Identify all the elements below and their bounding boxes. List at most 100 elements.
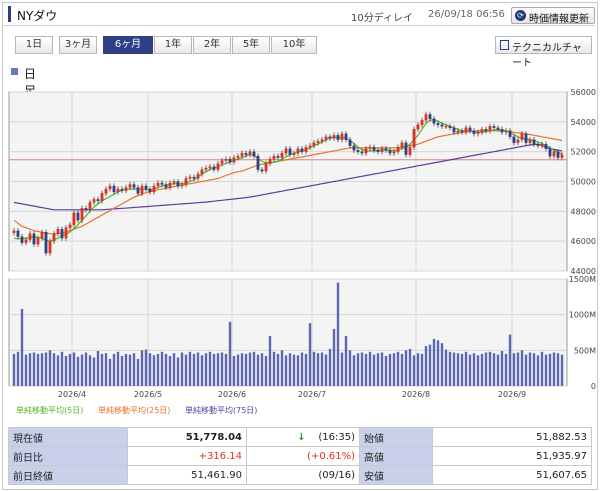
- candle: [452, 127, 456, 133]
- volume-bar: [52, 353, 56, 386]
- volume-bar: [20, 309, 24, 386]
- volume-bar: [348, 350, 352, 386]
- x-tick-label: 2026/4: [58, 390, 86, 399]
- volume-plot-area: [8, 278, 568, 387]
- volume-bar: [92, 357, 96, 386]
- candle: [448, 126, 452, 128]
- volume-bar: [444, 349, 448, 386]
- candle: [28, 233, 32, 240]
- candle: [200, 169, 204, 175]
- volume-bar: [500, 351, 504, 386]
- volume-bar: [300, 352, 304, 386]
- candle: [400, 142, 404, 148]
- volume-bar: [496, 354, 500, 386]
- change-pct: (+0.61%): [246, 446, 360, 466]
- volume-bar: [344, 336, 348, 386]
- candle: [84, 208, 88, 210]
- candle: [528, 139, 532, 143]
- x-tick-label: 2026/7: [298, 390, 326, 399]
- low-label: 安値: [359, 465, 433, 485]
- stats-table: 現在値 51,778.04 ↓ (16:35) 始値 51,882.53 前日比…: [8, 427, 592, 485]
- candle: [324, 136, 328, 140]
- candle: [556, 151, 560, 158]
- volume-bar: [468, 354, 472, 386]
- volume-bar: [120, 356, 124, 386]
- volume-bar: [208, 351, 212, 386]
- candle: [140, 185, 144, 194]
- candle: [316, 141, 320, 143]
- volume-bar: [328, 348, 332, 386]
- candle: [64, 227, 68, 239]
- volume-bar: [132, 353, 136, 386]
- volume-bar: [244, 353, 248, 386]
- candle: [184, 178, 188, 185]
- candle: [360, 151, 364, 154]
- volume-bar: [360, 352, 364, 386]
- candle: [32, 233, 36, 245]
- volume-bar: [104, 353, 108, 386]
- candle: [272, 155, 276, 160]
- candle: [212, 166, 216, 170]
- volume-bar: [36, 353, 40, 386]
- x-tick-label: 2026/8: [402, 390, 430, 399]
- volume-bar: [428, 344, 432, 386]
- candle: [468, 127, 472, 131]
- volume-bar: [284, 355, 288, 386]
- candle: [524, 133, 528, 143]
- candle: [80, 208, 84, 221]
- open-label: 始値: [359, 427, 433, 447]
- volume-bar: [552, 352, 556, 386]
- volume-bar: [448, 351, 452, 386]
- volume-bar: [72, 352, 76, 386]
- candle: [220, 160, 224, 164]
- volume-bar: [112, 353, 116, 386]
- price-tick-label: 56000: [571, 88, 596, 97]
- candle: [172, 181, 176, 184]
- candle: [308, 145, 312, 148]
- volume-bar: [252, 351, 256, 386]
- candle: [68, 224, 72, 228]
- candle: [56, 229, 60, 234]
- volume-bar: [404, 350, 408, 386]
- volume-bar: [76, 356, 80, 386]
- candle: [440, 124, 444, 127]
- candle: [268, 158, 272, 164]
- volume-bar: [24, 354, 28, 386]
- volume-bar: [276, 353, 280, 386]
- volume-bar: [536, 355, 540, 386]
- volume-bar: [304, 353, 308, 386]
- current-time: ↓ (16:35): [246, 427, 360, 447]
- candle: [380, 148, 384, 152]
- candle: [460, 130, 464, 133]
- candle: [252, 151, 256, 157]
- volume-bar: [544, 354, 548, 386]
- volume-bar: [424, 346, 428, 386]
- change-value: +316.14: [127, 446, 247, 466]
- prev-close-date: (09/16): [246, 465, 360, 485]
- volume-bar: [388, 353, 392, 386]
- volume-bar: [32, 352, 36, 386]
- candle: [92, 199, 96, 203]
- candle: [232, 157, 236, 163]
- candle: [12, 230, 16, 234]
- candle: [208, 166, 212, 169]
- volume-bar: [524, 354, 528, 386]
- volume-bar: [164, 353, 168, 386]
- candle: [164, 184, 168, 188]
- volume-bar: [560, 354, 564, 386]
- candle: [280, 153, 284, 158]
- candle: [368, 147, 372, 149]
- candle: [104, 188, 108, 194]
- candle: [240, 153, 244, 157]
- volume-bar: [540, 351, 544, 386]
- candle: [180, 184, 184, 187]
- candle: [548, 148, 552, 157]
- candle: [408, 147, 412, 155]
- volume-tick-label: 500M: [574, 346, 596, 355]
- candle: [332, 135, 336, 139]
- x-tick-label: 2026/9: [498, 390, 526, 399]
- volume-bar: [408, 348, 412, 386]
- candle: [116, 188, 120, 193]
- candle: [356, 150, 360, 152]
- volume-bar: [40, 353, 44, 386]
